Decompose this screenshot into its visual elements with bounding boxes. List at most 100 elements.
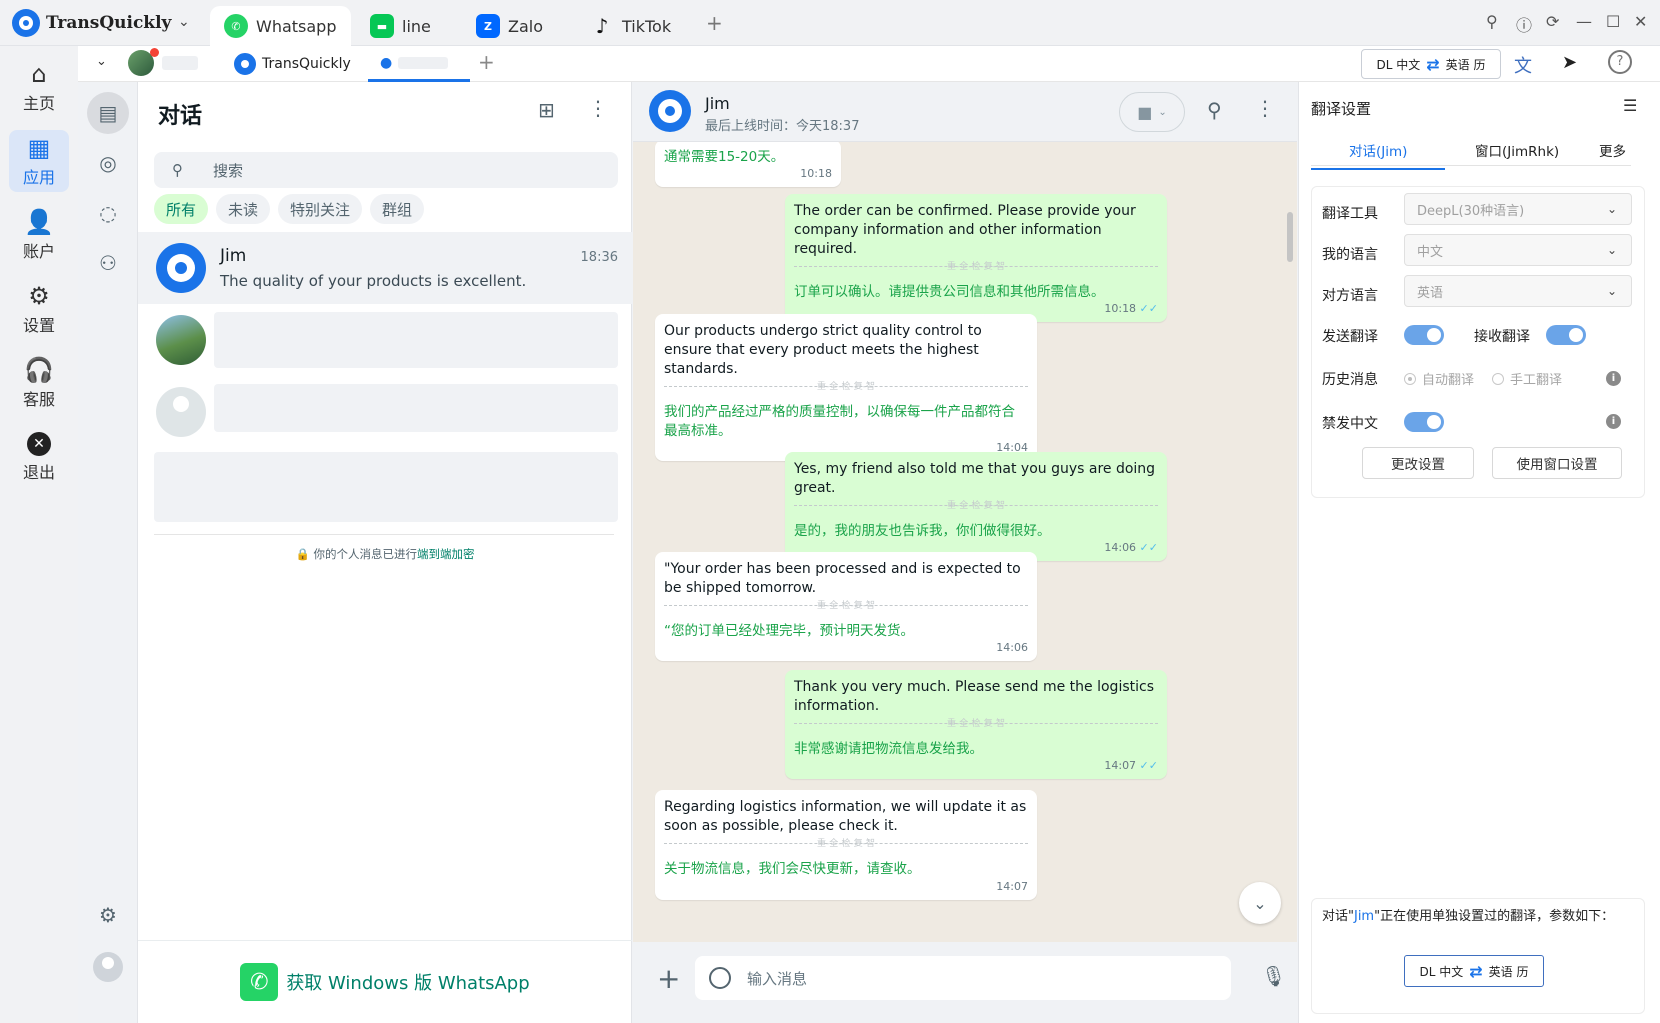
- info-icon[interactable]: i: [1606, 371, 1621, 386]
- tab-whatsapp[interactable]: ✆ Whatsapp: [210, 6, 351, 46]
- manual-label: 手工翻译: [1510, 373, 1563, 388]
- filter-unread[interactable]: 未读: [216, 194, 271, 224]
- receive-translate-label: 接收翻译: [1474, 329, 1530, 345]
- use-window-settings-button[interactable]: 使用窗口设置: [1492, 447, 1622, 479]
- tab-more[interactable]: 更多: [1599, 140, 1626, 160]
- tiktok-icon: ♪: [595, 14, 609, 38]
- incoming-message[interactable]: 通常需要15-20天。 10:18: [655, 142, 841, 187]
- whatsapp-side-rail: ▤ ◎ ◌ ⚇ ⚙: [78, 82, 138, 1023]
- refresh-icon[interactable]: ⟳: [1546, 12, 1559, 31]
- new-chat-icon[interactable]: ⊞: [538, 98, 555, 122]
- translated-text: 关于物流信息，我们会尽快更新，请查收。: [664, 861, 921, 877]
- translate-icon[interactable]: 文: [1514, 52, 1532, 78]
- help-icon[interactable]: ⓘ: [1516, 12, 1532, 36]
- outgoing-message[interactable]: Yes, my friend also told me that you guy…: [785, 452, 1167, 561]
- chat-row-redacted[interactable]: [138, 376, 632, 448]
- info-icon[interactable]: i: [1606, 414, 1621, 429]
- chat-row-jim[interactable]: Jim 18:36 The quality of your products i…: [138, 232, 632, 304]
- maximize-icon[interactable]: ☐: [1606, 12, 1620, 31]
- nav-support[interactable]: 🎧 客服: [9, 352, 69, 414]
- language-pair-button[interactable]: DL 中文 ⇄ 英语 历: [1361, 49, 1501, 79]
- nav-apps[interactable]: ▦ 应用: [9, 130, 69, 192]
- history-label: 历史消息: [1322, 372, 1378, 388]
- their-lang-select[interactable]: 英语 ⌄: [1404, 275, 1632, 307]
- incoming-message[interactable]: Regarding logistics information, we will…: [655, 790, 1037, 900]
- nav-settings[interactable]: ⚙ 设置: [9, 278, 69, 340]
- get-windows-app-banner[interactable]: ✆ 获取 Windows 版 WhatsApp: [138, 940, 632, 1023]
- encrypt-link[interactable]: 端到端加密: [417, 547, 475, 561]
- minimize-icon[interactable]: —: [1576, 12, 1592, 31]
- app-menu-chevron-icon[interactable]: ⌄: [178, 14, 190, 30]
- translation-divider: 重-全-检-复-智: [664, 382, 1028, 396]
- video-call-button[interactable]: ■ ⌄: [1119, 92, 1185, 132]
- close-icon[interactable]: ✕: [1634, 12, 1647, 31]
- filter-favorites[interactable]: 特别关注: [278, 194, 363, 224]
- my-lang-select[interactable]: 中文 ⌄: [1404, 234, 1632, 266]
- translated-text: “您的订单已经处理完毕，预计明天发货。: [664, 623, 914, 639]
- tab-transquickly-account[interactable]: TransQuickly: [234, 46, 351, 82]
- note-language-pair[interactable]: DL 中文 ⇄ 英语 历: [1404, 955, 1544, 987]
- contact-avatar[interactable]: [649, 90, 691, 132]
- tab-line[interactable]: ▬ line: [356, 6, 445, 46]
- message-input[interactable]: 输入消息: [695, 956, 1231, 1000]
- incoming-message[interactable]: "Your order has been processed and is ex…: [655, 552, 1037, 661]
- manual-translate-radio[interactable]: 手工翻译: [1492, 369, 1562, 388]
- attach-plus-icon[interactable]: +: [657, 962, 680, 995]
- add-app-tab-button[interactable]: +: [706, 11, 723, 35]
- tab-tiktok[interactable]: ♪ TikTok: [576, 6, 685, 46]
- chat-row-redacted[interactable]: [138, 304, 632, 376]
- help-circle-icon[interactable]: ?: [1608, 50, 1632, 74]
- status-icon[interactable]: ◎: [87, 142, 129, 184]
- divider-label: 重-全-检-复-智: [947, 501, 1005, 511]
- search-icon[interactable]: ⚲: [1207, 98, 1222, 122]
- send-translate-toggle[interactable]: [1404, 325, 1444, 345]
- chat-name: Jim: [220, 246, 247, 266]
- swap-icon: ⇄: [1469, 961, 1483, 981]
- search-input[interactable]: ⚲ 搜索: [154, 152, 618, 188]
- contact-name[interactable]: Jim: [705, 94, 730, 113]
- nav-settings-label: 设置: [22, 315, 55, 335]
- tool-select[interactable]: DeepL(30种语言) ⌄: [1404, 193, 1632, 225]
- change-settings-button[interactable]: 更改设置: [1362, 447, 1474, 479]
- tab-zalo[interactable]: Z Zalo: [462, 6, 557, 46]
- outgoing-message[interactable]: Thank you very much. Please send me the …: [785, 670, 1167, 779]
- profile-avatar[interactable]: [93, 952, 123, 982]
- message-time-text: 14:07: [1104, 759, 1137, 772]
- message-time: 10:18 ✓✓: [1104, 299, 1158, 318]
- microphone-icon[interactable]: 🎙: [1261, 964, 1286, 988]
- encrypt-text: 你的个人消息已进行: [313, 547, 417, 561]
- outgoing-message[interactable]: The order can be confirmed. Please provi…: [785, 194, 1167, 322]
- translation-divider: 重-全-检-复-智: [794, 262, 1158, 276]
- send-icon[interactable]: ➤: [1562, 52, 1577, 73]
- emoji-icon[interactable]: [709, 967, 731, 989]
- communities-icon[interactable]: ⚇: [87, 242, 129, 284]
- redacted-chat: [214, 384, 618, 432]
- pin-icon[interactable]: ⚲: [1486, 12, 1498, 31]
- nav-account[interactable]: 👤 账户: [9, 204, 69, 266]
- account-chevron-icon[interactable]: ⌄: [96, 54, 107, 69]
- nav-exit[interactable]: ✕ 退出: [9, 426, 69, 488]
- scrollbar[interactable]: [1287, 212, 1293, 262]
- divider-label: 重-全-检-复-智: [817, 839, 875, 849]
- hamburger-menu-icon[interactable]: ☰: [1623, 96, 1637, 115]
- channels-icon[interactable]: ◌: [87, 192, 129, 234]
- message-list: 通常需要15-20天。 10:18 The order can be confirm…: [633, 142, 1297, 942]
- tab-conversation[interactable]: 对话(Jim): [1311, 140, 1446, 170]
- tab-window[interactable]: 窗口(JimRhk): [1475, 140, 1559, 160]
- auto-translate-radio[interactable]: 自动翻译: [1404, 369, 1474, 388]
- receive-translate-toggle[interactable]: [1546, 325, 1586, 345]
- menu-dots-icon[interactable]: ⋮: [1255, 96, 1275, 120]
- ban-chinese-toggle[interactable]: [1404, 412, 1444, 432]
- filter-all[interactable]: 所有: [154, 194, 209, 224]
- tab-user-account[interactable]: ●: [368, 46, 470, 82]
- scroll-down-button[interactable]: ⌄: [1239, 882, 1281, 924]
- get-app-text: 获取 Windows 版 WhatsApp: [286, 973, 530, 994]
- nav-home[interactable]: ⌂ 主页: [9, 56, 69, 118]
- filter-groups[interactable]: 群组: [370, 194, 425, 224]
- incoming-message[interactable]: Our products undergo strict quality cont…: [655, 314, 1037, 461]
- chats-icon[interactable]: ▤: [87, 92, 129, 134]
- menu-dots-icon[interactable]: ⋮: [588, 96, 608, 120]
- gear-icon[interactable]: ⚙: [87, 894, 129, 936]
- add-account-button[interactable]: +: [478, 50, 495, 74]
- zalo-icon: Z: [476, 14, 500, 38]
